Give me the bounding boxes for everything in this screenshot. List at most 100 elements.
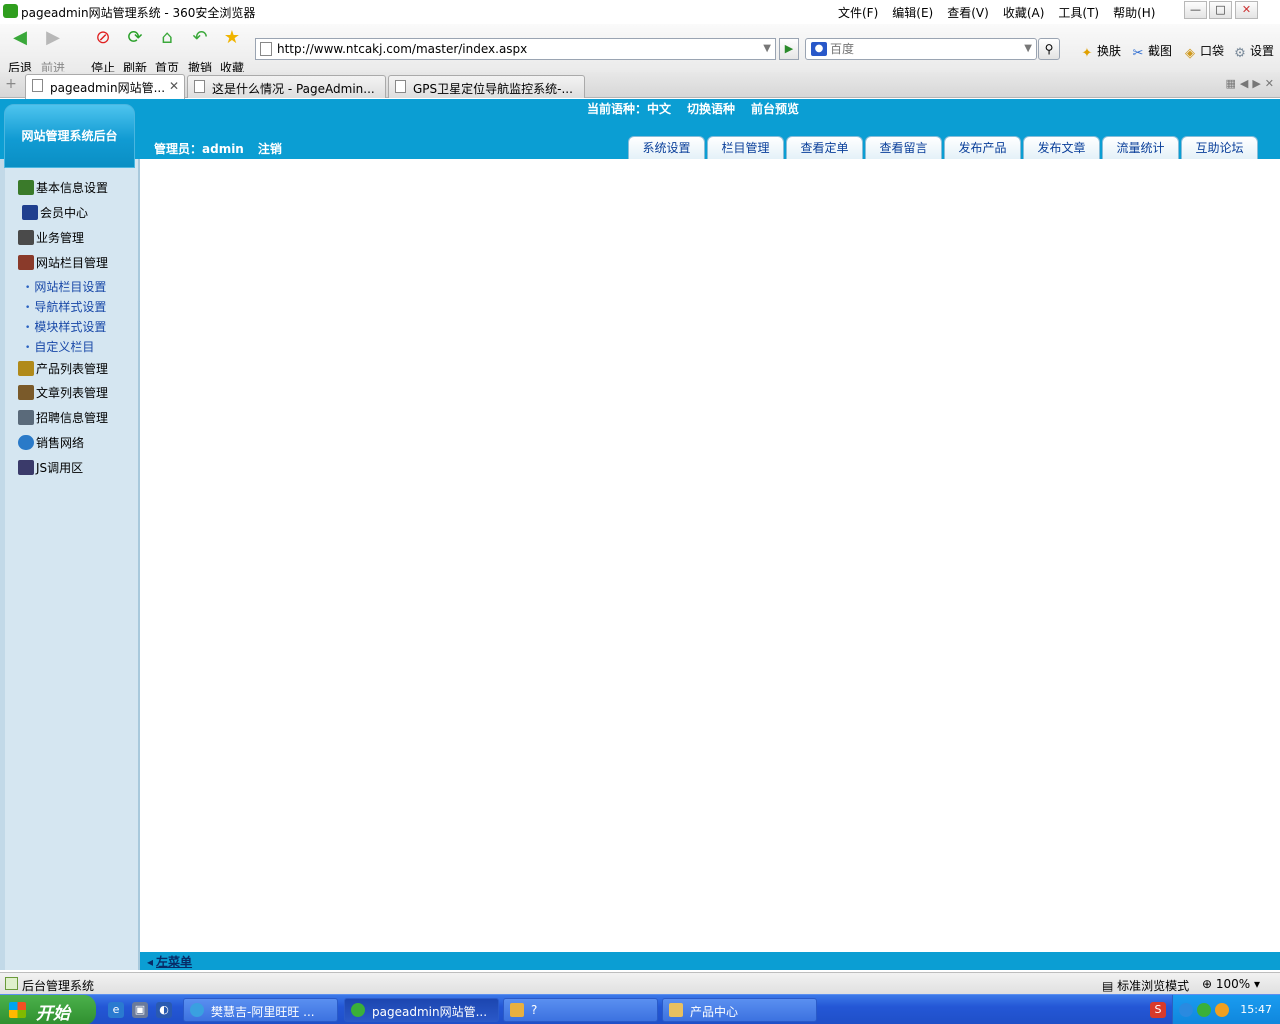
- browser-icon: [351, 1003, 365, 1017]
- quicklaunch-browser-icon[interactable]: ◐: [156, 1002, 172, 1018]
- menu-help[interactable]: 帮助(H): [1113, 4, 1155, 21]
- sidebar-item-products[interactable]: 产品列表管理: [18, 360, 108, 380]
- tab-next-icon[interactable]: ▶: [1252, 77, 1260, 90]
- sidebar-item-site-columns[interactable]: 网站栏目管理: [18, 254, 108, 274]
- tab-gps[interactable]: GPS卫星定位导航监控系统-...: [388, 75, 585, 98]
- mode-icon: ▤: [1102, 979, 1118, 993]
- forward-button[interactable]: ▶ 前进: [36, 27, 70, 75]
- tab-system-settings[interactable]: 系统设置: [628, 136, 705, 159]
- page-icon: [260, 42, 272, 56]
- page-icon: [32, 79, 43, 92]
- skin-button[interactable]: ✦ 换肤: [1079, 42, 1121, 61]
- network-icon[interactable]: [1197, 1003, 1211, 1017]
- screenshot-button[interactable]: ✂ 截图: [1130, 42, 1172, 61]
- task-aliwangwang[interactable]: 樊慧吉-阿里旺旺 ...: [183, 998, 338, 1022]
- task-unknown[interactable]: ?: [503, 998, 658, 1022]
- minimize-button[interactable]: —: [1184, 1, 1207, 19]
- tab-close-all-icon[interactable]: ✕: [1265, 77, 1274, 90]
- qq-icon[interactable]: [1215, 1003, 1229, 1017]
- sidebar-item-basic-info[interactable]: 基本信息设置: [18, 179, 108, 199]
- zoom-level[interactable]: ⊕ 100% ▾: [1202, 977, 1260, 991]
- preview-link[interactable]: 前台预览: [751, 100, 799, 117]
- baidu-paw-icon: ●: [811, 42, 827, 56]
- search-button[interactable]: ⚲: [1038, 38, 1060, 60]
- window-title: pageadmin网站管理系统 - 360安全浏览器: [21, 6, 256, 20]
- wrench-icon: ⚙: [1234, 46, 1246, 61]
- tab-column-management[interactable]: 栏目管理: [707, 136, 784, 159]
- admin-nav-tabs: 系统设置 栏目管理 查看定单 查看留言 发布产品 发布文章 流量统计 互助论坛: [628, 136, 1258, 159]
- menu-edit[interactable]: 编辑(E): [892, 4, 933, 21]
- stop-button[interactable]: ⊘ 停止: [86, 27, 120, 75]
- info-settings-icon: [18, 180, 34, 195]
- language-bar: 当前语种：中文 切换语种 前台预览: [587, 100, 799, 117]
- start-button[interactable]: 开始: [0, 995, 96, 1024]
- sidebar-sub-module-style[interactable]: 模块样式设置: [25, 318, 106, 335]
- task-product-center[interactable]: 产品中心: [662, 998, 817, 1022]
- menu-view[interactable]: 查看(V): [947, 4, 989, 21]
- ie-icon[interactable]: e: [108, 1002, 124, 1018]
- tab-prev-icon[interactable]: ◀: [1240, 77, 1248, 90]
- sogou-input-icon[interactable]: S: [1150, 1002, 1166, 1018]
- menu-tools[interactable]: 工具(T): [1058, 4, 1099, 21]
- sidebar-item-js-zone[interactable]: JS调用区: [18, 459, 83, 479]
- window-title-bar: pageadmin网站管理系统 - 360安全浏览器 文件(F) 编辑(E) 查…: [0, 0, 1280, 24]
- new-tab-icon[interactable]: +: [4, 77, 18, 91]
- tab-grid-icon[interactable]: ▦: [1225, 77, 1235, 90]
- maximize-button[interactable]: □: [1209, 1, 1232, 19]
- sidebar-item-jobs[interactable]: 招聘信息管理: [18, 409, 108, 429]
- tab-publish-product[interactable]: 发布产品: [944, 136, 1021, 159]
- refresh-button[interactable]: ⟳ 刷新: [118, 27, 152, 75]
- home-button[interactable]: ⌂ 首页: [150, 27, 184, 75]
- sidebar-item-members[interactable]: 会员中心: [22, 204, 88, 224]
- tab-forum[interactable]: 互助论坛: [1181, 136, 1258, 159]
- sidebar-item-business[interactable]: 业务管理: [18, 229, 84, 249]
- close-tab-icon[interactable]: ✕: [169, 79, 179, 93]
- tab-traffic-stats[interactable]: 流量统计: [1102, 136, 1179, 159]
- tab-question[interactable]: 这是什么情况 - PageAdmin...: [187, 75, 386, 98]
- computer-icon: [18, 460, 34, 475]
- menu-file[interactable]: 文件(F): [838, 4, 878, 21]
- task-pageadmin[interactable]: pageadmin网站管...: [344, 998, 499, 1022]
- menu-bar: 文件(F) 编辑(E) 查看(V) 收藏(A) 工具(T) 帮助(H): [838, 4, 1155, 21]
- status-text: 后台管理系统: [22, 979, 95, 993]
- windows-taskbar: 开始 e ▣ ◐ 樊慧吉-阿里旺旺 ... pageadmin网站管... ? …: [0, 994, 1280, 1024]
- pocket-icon: ◈: [1185, 46, 1195, 61]
- address-dropdown-icon[interactable]: ▼: [763, 43, 771, 54]
- search-engine-dropdown-icon[interactable]: ▼: [1024, 43, 1032, 54]
- browser-tab-strip: + pageadmin网站管... ✕ 这是什么情况 - PageAdmin..…: [0, 72, 1280, 99]
- close-window-button[interactable]: ✕: [1235, 1, 1258, 19]
- left-menu-toggle[interactable]: 左菜单: [147, 953, 192, 970]
- back-arrow-icon: ◀: [13, 27, 27, 48]
- browser-toolbar: ◀ 后退 ▶ 前进 ⊘ 停止 ⟳ 刷新 ⌂ 首页 ↶ 撤销 ★ 收藏 ▼ ▶ ●…: [0, 24, 1280, 75]
- search-box: ● ▼: [805, 38, 1037, 60]
- admin-header: 网站管理系统后台 当前语种：中文 切换语种 前台预览 管理员：admin 注销 …: [0, 99, 1280, 168]
- sidebar-sub-column-settings[interactable]: 网站栏目设置: [25, 278, 106, 295]
- tab-view-messages[interactable]: 查看留言: [865, 136, 942, 159]
- tab-pageadmin[interactable]: pageadmin网站管... ✕: [25, 74, 185, 99]
- settings-button[interactable]: ⚙ 设置: [1232, 42, 1274, 61]
- sidebar-item-sales-network[interactable]: 销售网络: [18, 434, 84, 454]
- undo-button[interactable]: ↶ 撤销: [183, 27, 217, 75]
- page-icon: [395, 80, 406, 93]
- refresh-icon: ⟳: [127, 27, 143, 48]
- switch-language-link[interactable]: 切换语种: [687, 100, 735, 117]
- sidebar-sub-custom-column[interactable]: 自定义栏目: [25, 338, 94, 355]
- favorite-button[interactable]: ★ 收藏: [215, 27, 249, 75]
- go-button[interactable]: ▶: [779, 38, 799, 60]
- browse-mode[interactable]: ▤ 标准浏览模式: [1102, 977, 1189, 994]
- sidebar-item-articles[interactable]: 文章列表管理: [18, 384, 108, 404]
- sidebar-sub-nav-style[interactable]: 导航样式设置: [25, 298, 106, 315]
- tab-publish-article[interactable]: 发布文章: [1023, 136, 1100, 159]
- back-button[interactable]: ◀ 后退: [3, 27, 37, 75]
- products-icon: [18, 361, 34, 376]
- tools-icon: [18, 255, 34, 270]
- menu-favorites[interactable]: 收藏(A): [1003, 4, 1045, 21]
- home-icon: ⌂: [161, 27, 173, 48]
- show-desktop-icon[interactable]: ▣: [132, 1002, 148, 1018]
- logout-link[interactable]: 注销: [258, 140, 282, 157]
- search-input[interactable]: [830, 41, 1020, 57]
- address-input[interactable]: [277, 41, 747, 57]
- tray-expand-icon[interactable]: [1179, 1003, 1193, 1017]
- pocket-button[interactable]: ◈ 口袋: [1182, 42, 1224, 61]
- tab-view-orders[interactable]: 查看定单: [786, 136, 863, 159]
